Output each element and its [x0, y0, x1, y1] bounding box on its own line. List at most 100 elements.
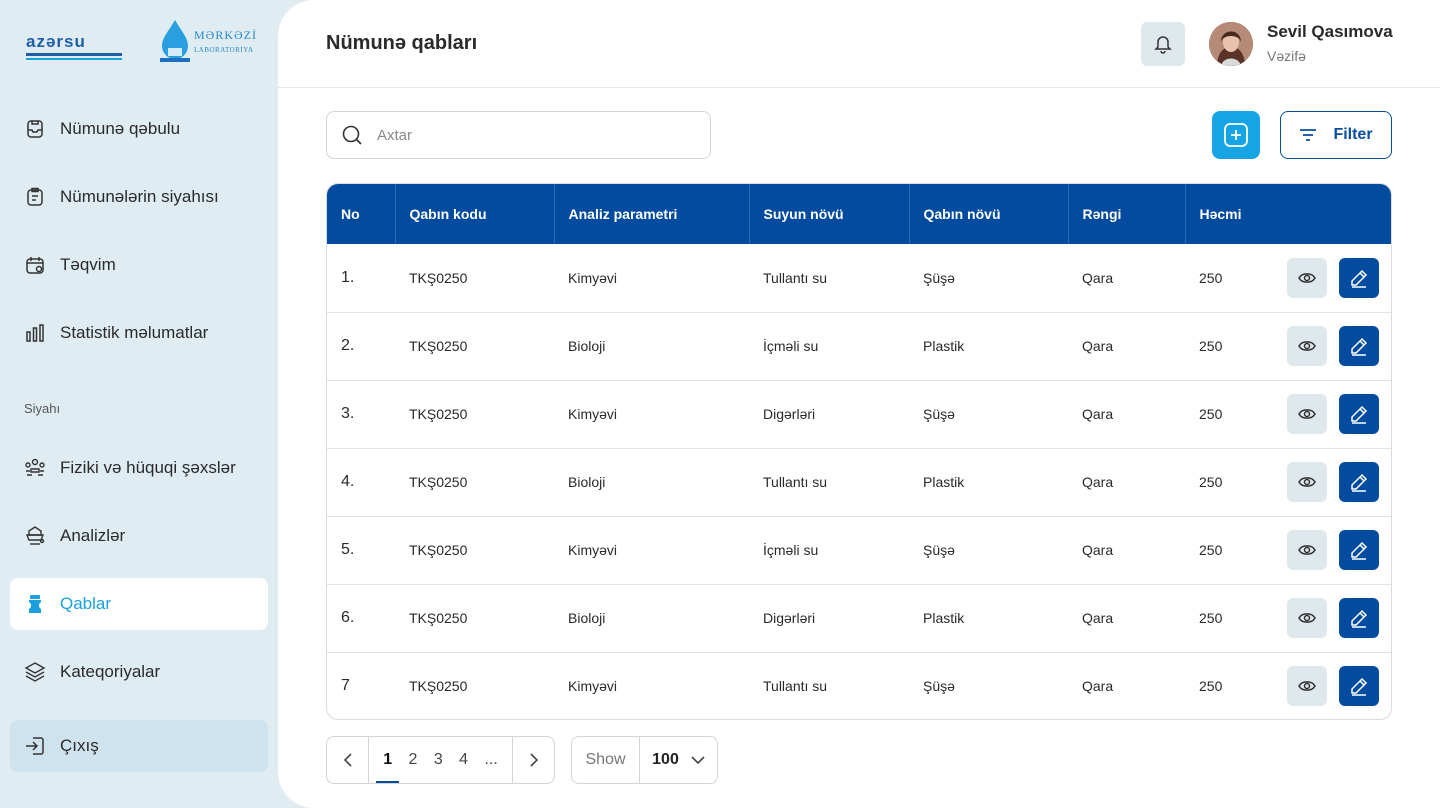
table-cell: Tullantı su	[763, 678, 828, 695]
lab-logo-subtitle: LABORATORİYA	[194, 46, 254, 54]
table-cell: Plastik	[923, 338, 965, 354]
view-button[interactable]	[1287, 666, 1327, 707]
table-cell: Digərləri	[763, 406, 816, 422]
add-container-button[interactable]	[1212, 111, 1260, 159]
table-cell: 7	[341, 677, 350, 695]
page-number[interactable]: 4	[459, 737, 468, 783]
table-cell: 6.	[341, 609, 355, 626]
pencil-icon	[1351, 678, 1368, 696]
column-header[interactable]: Analiz parametri	[554, 184, 750, 244]
table-cell: Şüşə	[923, 406, 955, 422]
page-number[interactable]: 3	[434, 737, 443, 783]
edit-button[interactable]	[1339, 257, 1379, 298]
sidebar-section-label: Siyahı	[24, 401, 61, 416]
edit-button[interactable]	[1339, 462, 1379, 502]
table-row: 5. TKŞ0250 Kimyəvi İçməli su Şüşə Qara 250	[327, 516, 1391, 584]
table-cell: TKŞ0250	[409, 269, 468, 286]
avatar[interactable]	[1209, 22, 1253, 66]
view-button[interactable]	[1287, 462, 1327, 502]
table-cell: Qara	[1082, 610, 1114, 626]
table-cell: Bioloji	[568, 338, 606, 354]
page-size-value: 100	[652, 751, 679, 768]
edit-button[interactable]	[1339, 666, 1379, 707]
sidebar-item-persons[interactable]: Fiziki və hüquqi şəxslər	[10, 442, 268, 494]
view-button[interactable]	[1287, 598, 1327, 638]
search-box[interactable]	[326, 111, 711, 159]
column-header[interactable]: Suyun növü	[749, 184, 910, 244]
notifications-button[interactable]	[1141, 22, 1185, 66]
sidebar-item-categories[interactable]: Kateqoriyalar	[10, 646, 268, 698]
chevron-right-icon	[529, 753, 538, 767]
column-header[interactable]: Qabın kodu	[395, 184, 555, 244]
filter-button[interactable]: Filter	[1280, 111, 1392, 159]
column-header[interactable]: Həcmi	[1185, 184, 1391, 244]
table-cell: Bioloji	[568, 610, 606, 626]
sidebar-item-analyses[interactable]: Analizlər	[10, 510, 268, 562]
filter-icon	[1300, 129, 1317, 141]
table-cell: Qara	[1082, 474, 1114, 490]
sidebar-item-calendar[interactable]: Təqvim	[10, 239, 268, 291]
volume-value: 250	[1199, 542, 1223, 558]
show-label: Show	[572, 737, 640, 783]
row-actions	[1287, 666, 1391, 707]
table-cell: 250	[1185, 584, 1391, 652]
table-cell: TKŞ0250	[409, 474, 468, 490]
table-cell: 2.	[341, 337, 355, 354]
table-cell: Bioloji	[568, 474, 606, 490]
sidebar-item-sample-reception[interactable]: Nümunə qəbulu	[10, 103, 268, 155]
layers-icon	[24, 661, 46, 683]
view-button[interactable]	[1287, 394, 1327, 434]
pencil-icon	[1351, 541, 1368, 560]
edit-button[interactable]	[1339, 530, 1379, 570]
volume-value: 250	[1199, 474, 1223, 490]
column-header[interactable]: No	[327, 184, 396, 244]
eye-icon	[1298, 409, 1316, 419]
column-header[interactable]: Rəngi	[1068, 184, 1186, 244]
page-number[interactable]: 2	[409, 737, 418, 783]
sidebar-item-containers[interactable]: Qablar	[10, 578, 268, 630]
table-cell: 4.	[341, 473, 355, 490]
row-actions	[1287, 326, 1391, 366]
clipboard-list-icon	[24, 186, 46, 208]
table-row: 2. TKŞ0250 Bioloji İçməli su Plastik Qara 250	[327, 312, 1391, 380]
row-actions	[1287, 598, 1391, 638]
bell-icon	[1154, 36, 1172, 54]
prev-page-button[interactable]	[327, 737, 369, 783]
table-cell: İçməli su	[763, 542, 819, 558]
column-header[interactable]: Qabın növü	[909, 184, 1069, 244]
pencil-icon	[1351, 269, 1368, 288]
search-input[interactable]	[377, 126, 677, 144]
table-cell: Tullantı su	[763, 474, 828, 490]
logout-button[interactable]: Çıxış	[10, 720, 268, 772]
sidebar-item-sample-list[interactable]: Nümunələrin siyahısı	[10, 171, 268, 223]
table-row: 4. TKŞ0250 Bioloji Tullantı su Plastik Qara 25…	[327, 448, 1391, 516]
edit-button[interactable]	[1339, 326, 1379, 366]
edit-button[interactable]	[1339, 598, 1379, 638]
sidebar-item-statistics[interactable]: Statistik məlumatlar	[10, 307, 268, 359]
water-drop-logo-icon	[160, 20, 190, 62]
table-row: 6. TKŞ0250 Bioloji Digərləri Plastik Qara 250	[327, 584, 1391, 652]
edit-button[interactable]	[1339, 394, 1379, 434]
azersu-logo-text: azərsu	[26, 32, 86, 51]
table-row: 1. TKŞ0250 Kimyəvi Tullantı su Şüşə Qara 250	[327, 244, 1391, 312]
logout-icon	[24, 735, 46, 757]
pencil-icon	[1351, 337, 1368, 356]
table-cell: Qara	[1082, 542, 1114, 558]
next-page-button[interactable]	[512, 737, 554, 783]
sidebar-item-label: Kateqoriyalar	[60, 662, 161, 681]
volume-value: 250	[1199, 406, 1223, 422]
page-ellipsis[interactable]: ...	[484, 737, 497, 783]
page-size-dropdown[interactable]: 100	[640, 751, 717, 769]
view-button[interactable]	[1287, 326, 1327, 366]
table-cell: Kimyəvi	[568, 406, 618, 422]
user-name: Sevil Qasımova	[1267, 22, 1393, 41]
eye-icon	[1298, 272, 1316, 283]
table-header-row: No Qabın kodu Analiz parametri Suyun növ…	[327, 184, 1391, 244]
table-cell: TKŞ0250	[409, 542, 468, 558]
view-button[interactable]	[1287, 530, 1327, 570]
page-number[interactable]: 1	[376, 737, 399, 783]
page-title: Nümunə qabları	[326, 32, 478, 54]
row-actions	[1287, 394, 1391, 434]
view-button[interactable]	[1287, 257, 1327, 298]
pencil-icon	[1351, 405, 1368, 424]
